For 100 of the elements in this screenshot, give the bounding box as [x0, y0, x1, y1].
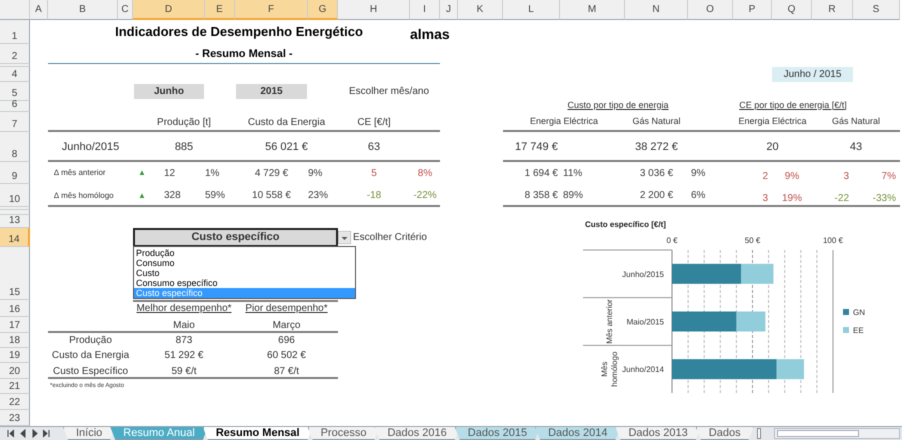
- dropdown-option[interactable]: Produção: [134, 248, 355, 258]
- row-header[interactable]: 20: [0, 363, 30, 379]
- row-header[interactable]: 23: [0, 410, 30, 426]
- period-badge: Junho / 2015: [772, 67, 853, 82]
- column-header[interactable]: C: [118, 0, 133, 20]
- column-header[interactable]: F: [235, 0, 308, 20]
- section-title: CE por tipo de energia [€/t]: [738, 101, 848, 112]
- sheet-tab[interactable]: Dados 2014: [535, 427, 620, 440]
- sheet-tab[interactable]: Dados: [696, 427, 754, 440]
- row-header[interactable]: 13: [0, 215, 30, 228]
- row-label: Custo Específico: [52, 364, 130, 378]
- column-header[interactable]: O: [688, 0, 733, 20]
- report-subtitle: - Resumo Mensal -: [194, 46, 294, 62]
- criterion-dropdown[interactable]: Custo específico: [133, 228, 338, 247]
- row-header[interactable]: 17: [0, 317, 30, 333]
- table-cell-text: 12: [164, 166, 176, 180]
- row-header[interactable]: 2: [0, 44, 30, 64]
- row-header[interactable]: 19: [0, 348, 30, 363]
- table-cell-text: 3 036 €: [638, 166, 674, 180]
- column-heading: Março: [272, 318, 302, 332]
- category-label: Maio/2015: [626, 318, 664, 326]
- column-heading: Energia Eléctrica: [528, 115, 600, 128]
- column-header[interactable]: L: [503, 0, 560, 20]
- dropdown-arrow-icon[interactable]: [338, 231, 351, 244]
- table-cell-text: 1%: [205, 166, 220, 180]
- table-cell-text: 2: [761, 170, 769, 184]
- row-header[interactable]: 4: [0, 67, 30, 82]
- column-header[interactable]: S: [853, 0, 900, 20]
- column-header[interactable]: I: [410, 0, 440, 20]
- table-cell-text: 43: [848, 140, 864, 155]
- row-header[interactable]: 16: [0, 300, 30, 317]
- sheet-tab[interactable]: Dados 2016: [374, 427, 460, 440]
- category-label: Junho/2015: [622, 270, 664, 279]
- row-header[interactable]: 1: [0, 20, 30, 44]
- column-header[interactable]: A: [30, 0, 48, 20]
- table-cell-text: 19%: [780, 192, 803, 206]
- row-header[interactable]: [0, 210, 30, 215]
- row-header[interactable]: 15: [0, 247, 30, 300]
- table-cell-text: 23%: [308, 189, 330, 203]
- column-header[interactable]: K: [458, 0, 503, 20]
- table-cell-text: 4 729 €: [254, 166, 290, 180]
- table-cell-text: 11%: [562, 166, 584, 180]
- legend-item: GN: [843, 308, 865, 317]
- row-header[interactable]: 5: [0, 82, 30, 101]
- row-header[interactable]: 14: [0, 228, 30, 247]
- dropdown-option[interactable]: Consumo: [134, 258, 355, 268]
- column-header[interactable]: J: [440, 0, 458, 20]
- row-header[interactable]: [0, 64, 30, 67]
- dropdown-option[interactable]: Consumo específico: [134, 278, 355, 288]
- dropdown-option[interactable]: Custo: [134, 268, 355, 278]
- row-header[interactable]: 10: [0, 184, 30, 207]
- table-cell-text: 87 €/t: [272, 364, 300, 378]
- column-heading: Melhor desempenho*: [135, 302, 233, 316]
- table-cell-text: 56 021 €: [264, 140, 309, 155]
- table-cell-text: 885: [174, 140, 194, 155]
- column-header[interactable]: H: [338, 0, 410, 20]
- sheet-tab[interactable]: Processo: [308, 427, 380, 440]
- column-heading: Pior desempenho*: [244, 302, 329, 316]
- scrollbar-thumb[interactable]: [776, 430, 859, 437]
- table-cell-text: 63: [366, 140, 382, 155]
- column-header[interactable]: D: [133, 0, 205, 20]
- row-header[interactable]: 9: [0, 162, 30, 184]
- row-label: Produção: [68, 334, 113, 348]
- column-heading: Custo da Energia: [246, 116, 326, 130]
- column-header[interactable]: P: [733, 0, 772, 20]
- column-header[interactable]: N: [625, 0, 688, 20]
- table-cell-text: 89%: [562, 189, 584, 203]
- row-header[interactable]: [0, 207, 30, 210]
- table-cell-text: 38 272 €: [634, 140, 679, 155]
- table-cell-text: -22: [834, 192, 850, 206]
- table-cell-text: 17 749 €: [514, 140, 559, 155]
- column-header[interactable]: B: [48, 0, 118, 20]
- row-header[interactable]: 21: [0, 379, 30, 394]
- up-triangle-icon: ▲: [138, 167, 152, 179]
- column-header[interactable]: Q: [772, 0, 812, 20]
- table-cell-text: -18: [366, 189, 382, 203]
- sheet-tab[interactable]: Início: [63, 427, 116, 440]
- table-cell-text: 8 358 €: [524, 189, 559, 203]
- table-cell-text: -22%: [412, 189, 438, 203]
- row-header[interactable]: 8: [0, 132, 30, 162]
- year-selector[interactable]: 2015: [236, 84, 307, 99]
- column-header[interactable]: G: [308, 0, 338, 20]
- column-header[interactable]: R: [812, 0, 853, 20]
- table-cell-text: 20: [765, 140, 780, 155]
- column-header[interactable]: M: [560, 0, 625, 20]
- table-cell-text: 60 502 €: [266, 349, 307, 363]
- row-header[interactable]: 22: [0, 394, 30, 410]
- column-heading: Gás Natural: [830, 115, 882, 128]
- row-header[interactable]: 6: [0, 101, 30, 112]
- hint-label: Escolher mês/ano: [348, 85, 430, 99]
- row-header[interactable]: 7: [0, 112, 30, 132]
- select-all-corner[interactable]: [0, 0, 30, 20]
- table-cell-text: 9%: [690, 166, 706, 180]
- month-selector[interactable]: Junho: [134, 84, 204, 99]
- table-cell-text: 3: [761, 192, 769, 206]
- row-label: ∆ mês anterior: [53, 167, 107, 179]
- row-header[interactable]: 18: [0, 333, 30, 348]
- sheet-tab[interactable]: Dados 2013: [615, 427, 701, 440]
- column-header[interactable]: E: [205, 0, 235, 20]
- table-cell-text: 2 200 €: [638, 189, 674, 203]
